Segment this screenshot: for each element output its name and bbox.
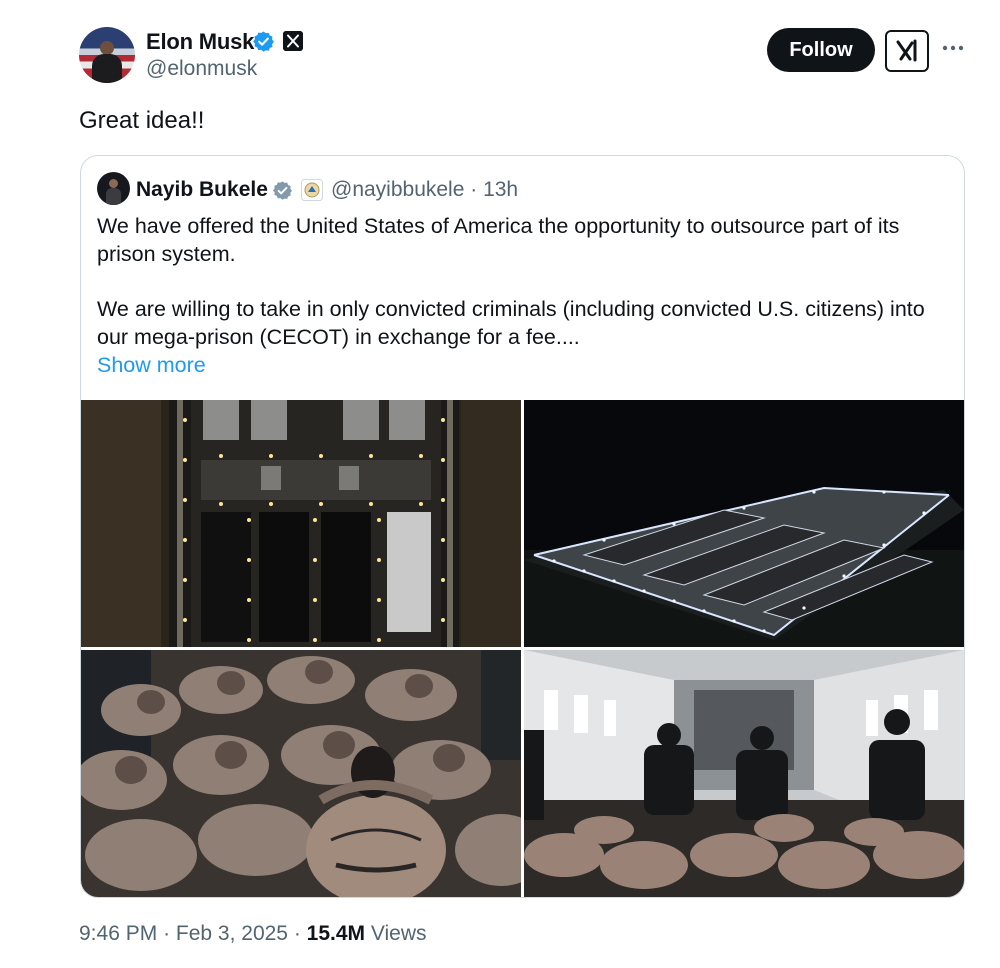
show-more-link[interactable]: Show more	[97, 351, 206, 379]
tweet-meta: 9:46 PM · Feb 3, 2025 · 15.4M Views	[79, 922, 427, 946]
media-image-guards-corridor[interactable]	[524, 650, 964, 897]
follow-button[interactable]: Follow	[767, 28, 875, 72]
quoted-author-name[interactable]: Nayib Bukele	[136, 178, 268, 202]
grok-button[interactable]	[885, 30, 929, 72]
quoted-author-handle[interactable]: @nayibbukele	[331, 178, 464, 201]
more-options-icon[interactable]	[940, 35, 966, 61]
verified-badge-icon	[253, 31, 274, 52]
views-label: Views	[370, 922, 427, 945]
quoted-text-paragraph-2: We are willing to take in only convicted…	[97, 297, 925, 349]
quoted-tweet[interactable]: Nayib Bukele @nayibbukele · 13h We have …	[80, 155, 965, 898]
government-emblem-icon	[301, 179, 323, 201]
media-image-inmates[interactable]	[81, 650, 521, 897]
tweet-time[interactable]: 9:46 PM	[79, 922, 157, 945]
media-image-aerial-prison[interactable]	[81, 400, 521, 647]
tweet-date[interactable]: Feb 3, 2025	[176, 922, 288, 945]
author-name[interactable]: Elon Musk	[146, 29, 254, 55]
separator-dot: ·	[470, 178, 484, 201]
author-handle[interactable]: @elonmusk	[146, 57, 257, 81]
author-avatar[interactable]	[79, 27, 135, 83]
media-image-prison-night[interactable]	[524, 400, 964, 647]
quoted-timestamp[interactable]: 13h	[483, 178, 518, 201]
grok-icon	[896, 39, 917, 62]
views-count: 15.4M	[306, 922, 366, 945]
quoted-author-avatar[interactable]	[97, 172, 130, 205]
quoted-text-paragraph-1: We have offered the United States of Ame…	[97, 214, 900, 266]
quoted-author-meta: @nayibbukele · 13h	[331, 178, 518, 202]
tweet-text: Great idea!!	[79, 107, 205, 134]
x-affiliate-icon	[283, 31, 303, 51]
separator-dot: ·	[163, 922, 176, 945]
separator-dot: ·	[293, 922, 307, 945]
verified-gray-badge-icon	[273, 181, 292, 200]
